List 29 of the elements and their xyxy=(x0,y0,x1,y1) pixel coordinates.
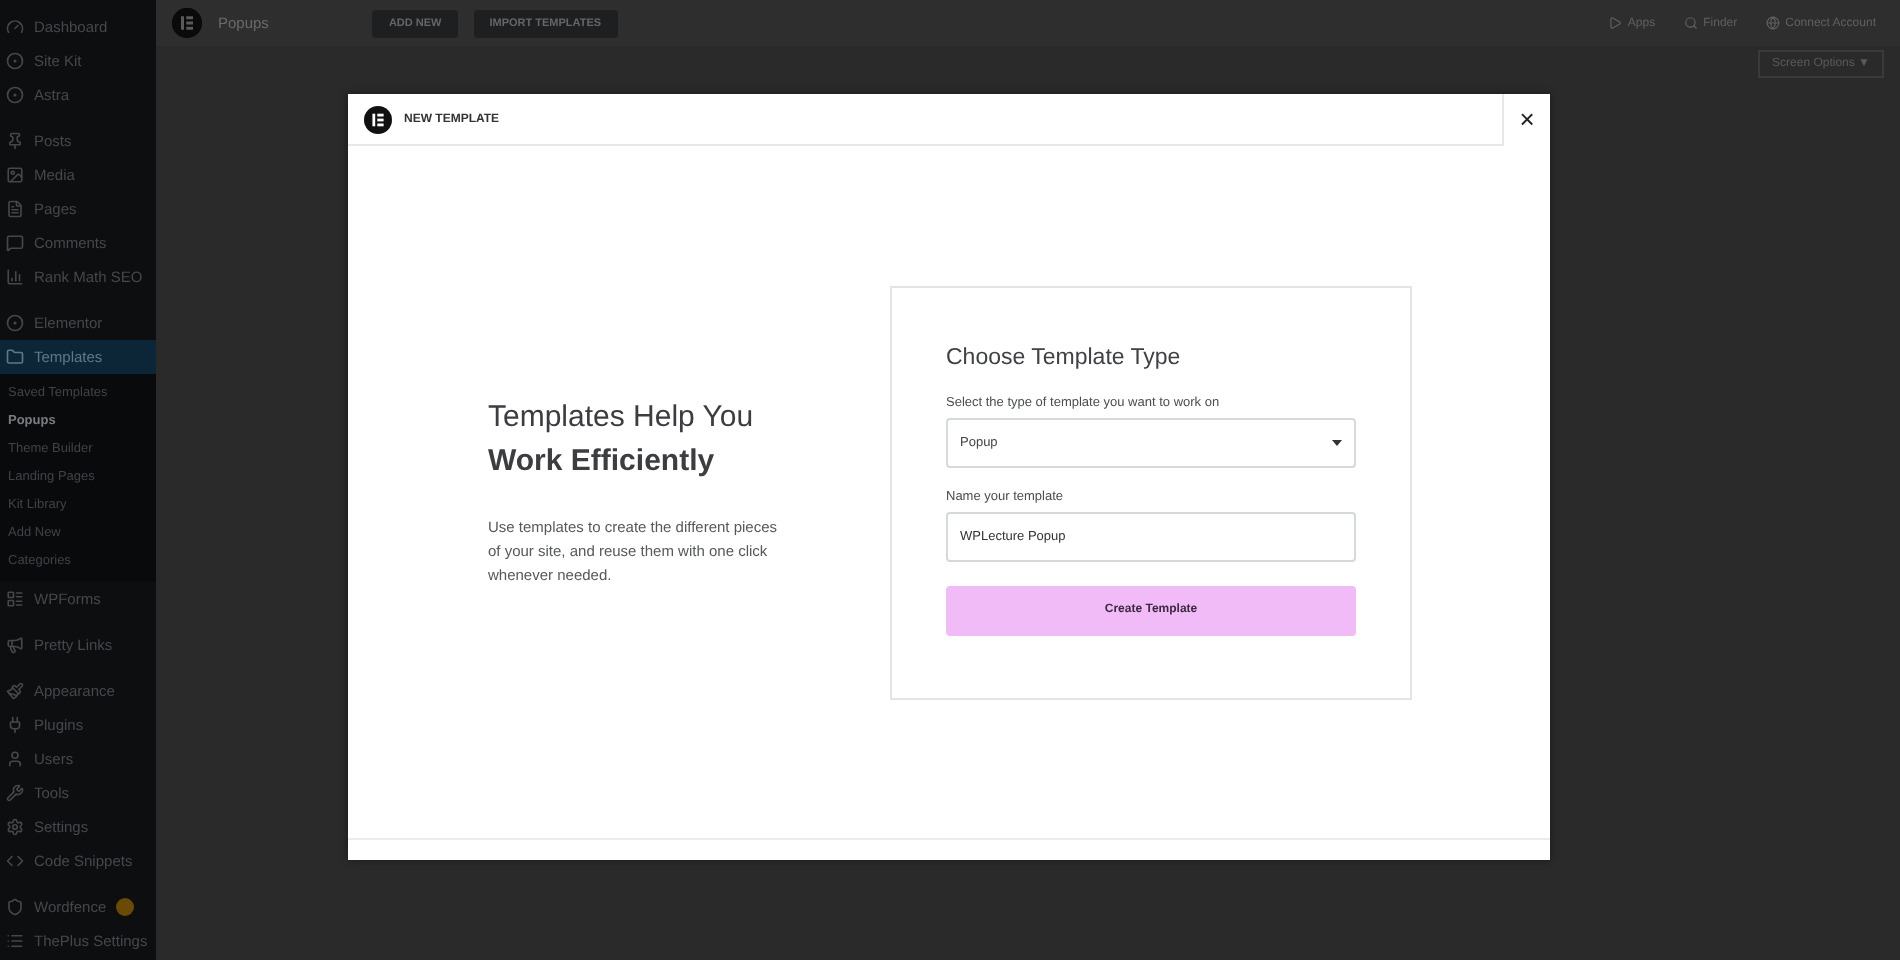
circle-icon xyxy=(6,86,24,104)
form-icon xyxy=(6,590,24,608)
user-icon xyxy=(6,750,24,768)
comment-icon xyxy=(6,234,24,252)
folder-icon xyxy=(6,348,24,366)
shield-icon xyxy=(6,898,24,916)
caret-icon xyxy=(1332,439,1342,445)
list-icon xyxy=(6,932,24,950)
pin-icon xyxy=(6,132,24,150)
elementor-logo-icon xyxy=(364,105,392,133)
plug-icon xyxy=(6,716,24,734)
paintbrush-icon xyxy=(6,682,24,700)
elementor-logo-icon xyxy=(172,8,202,38)
play-icon xyxy=(1607,16,1622,30)
code-icon xyxy=(6,852,24,870)
close-button[interactable]: × xyxy=(1502,93,1550,145)
bar-chart-icon xyxy=(6,268,24,286)
image-icon xyxy=(6,166,24,184)
heading: Templates Help You Work Efficiently xyxy=(488,398,756,482)
gauge-icon xyxy=(6,18,24,36)
globe-icon xyxy=(1765,16,1780,30)
wrench-icon xyxy=(6,784,24,802)
megaphone-icon xyxy=(6,636,24,654)
page-icon xyxy=(6,200,24,218)
settings-icon xyxy=(6,818,24,836)
form-title: Choose Template Type xyxy=(946,345,1183,369)
search-icon xyxy=(1683,16,1698,30)
circle-icon xyxy=(6,52,24,70)
circle-icon xyxy=(6,314,24,332)
